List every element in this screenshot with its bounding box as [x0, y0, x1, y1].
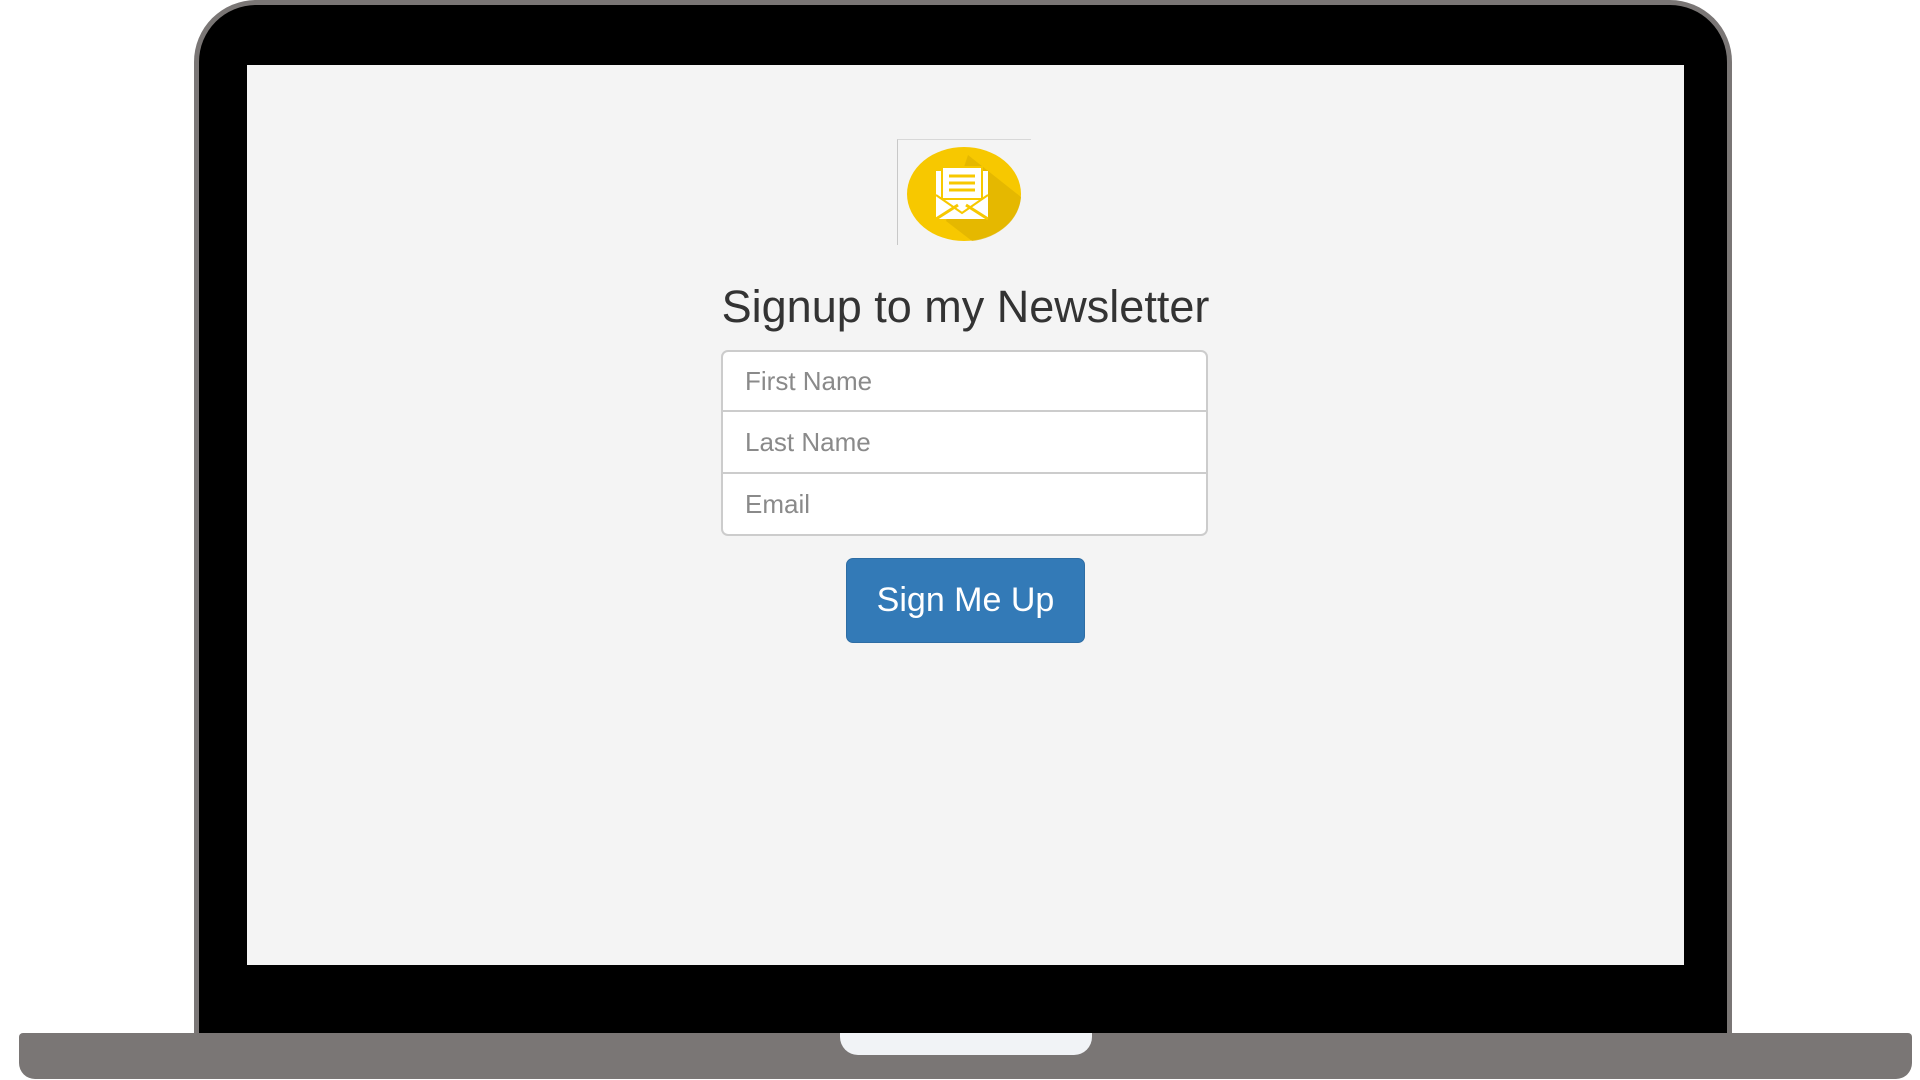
newsletter-logo [897, 139, 1031, 245]
page-title: Signup to my Newsletter [721, 281, 1210, 332]
envelope-icon [907, 147, 1021, 241]
email-input[interactable] [721, 474, 1208, 536]
laptop-notch [840, 1033, 1092, 1055]
newsletter-form [721, 350, 1208, 536]
last-name-input[interactable] [721, 412, 1208, 474]
browser-viewport: Signup to my Newsletter Sign Me Up [247, 65, 1684, 965]
sign-me-up-button[interactable]: Sign Me Up [846, 558, 1085, 643]
first-name-input[interactable] [721, 350, 1208, 412]
laptop-mockup: Signup to my Newsletter Sign Me Up [0, 0, 1920, 1080]
